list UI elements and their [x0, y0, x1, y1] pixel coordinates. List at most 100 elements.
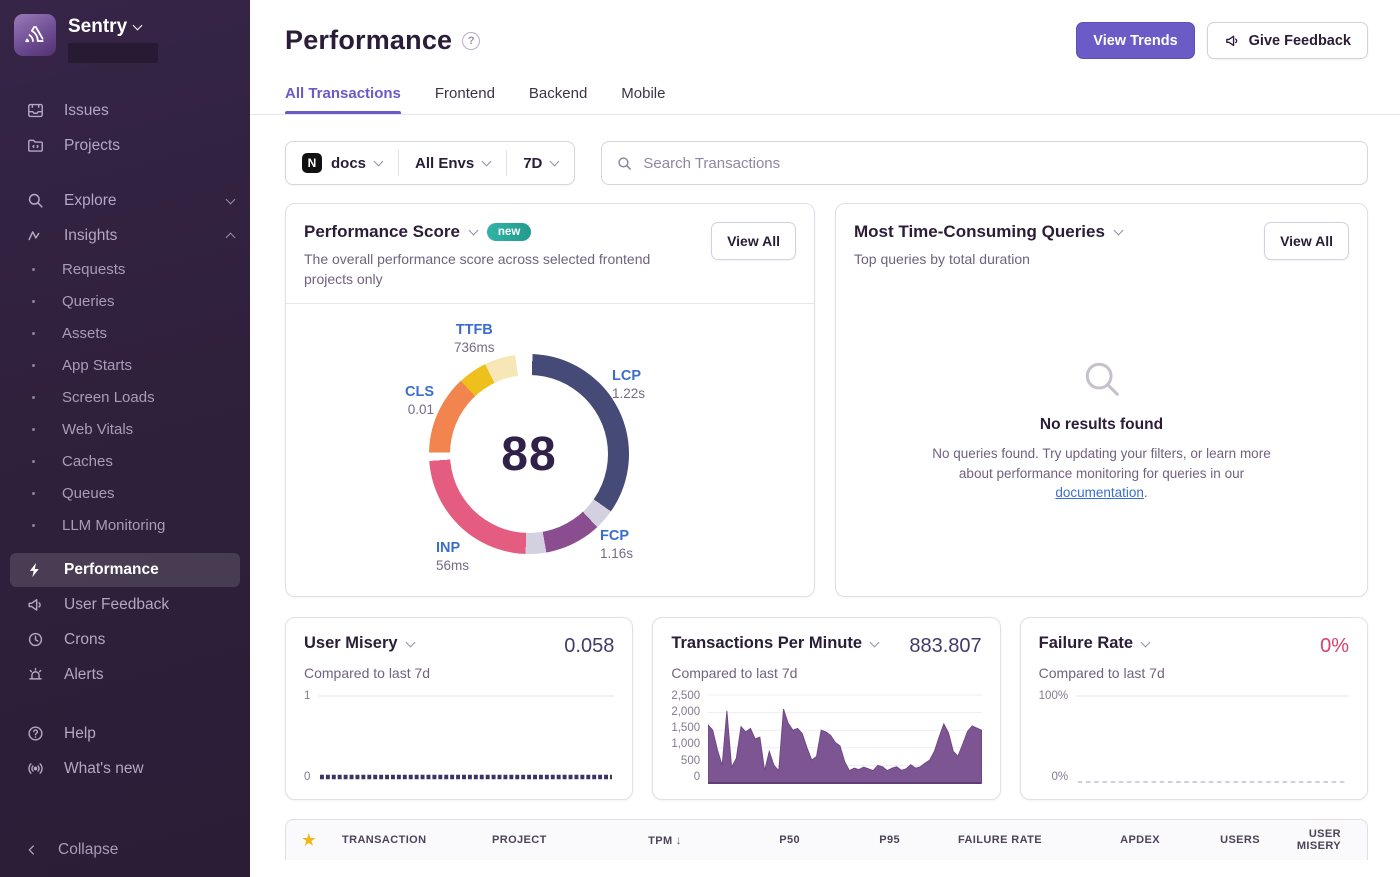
sidebar-item-whats-new[interactable]: What's new: [0, 751, 250, 786]
bullet-icon: [32, 524, 35, 527]
sidebar-item-user-feedback[interactable]: User Feedback: [0, 587, 250, 622]
performance-score-view-all-button[interactable]: View All: [711, 222, 796, 260]
chevron-up-icon: [226, 233, 236, 243]
queries-card: Most Time-Consuming Queries Top queries …: [835, 203, 1368, 597]
queries-card-title: Most Time-Consuming Queries: [854, 222, 1105, 242]
column-transaction[interactable]: TRANSACTION: [332, 834, 482, 846]
page-filter-group: N docs All Envs 7D: [285, 141, 575, 185]
sidebar-item-label: Caches: [62, 453, 113, 470]
bullet-icon: [32, 428, 35, 431]
failure-rate-line-chart[interactable]: [1076, 693, 1349, 785]
sidebar-item-label: Queries: [62, 293, 115, 310]
queries-view-all-button[interactable]: View All: [1264, 222, 1349, 260]
sidebar-item-label: What's new: [64, 760, 234, 778]
bullet-icon: [32, 364, 35, 367]
search-icon: [24, 191, 46, 210]
vital-inp[interactable]: INP 56ms: [436, 540, 469, 573]
chevron-down-icon[interactable]: [1114, 226, 1124, 236]
y-tick: 2,500: [671, 691, 700, 703]
column-p95[interactable]: P95: [810, 834, 910, 846]
sidebar-item-caches[interactable]: Caches: [0, 445, 250, 477]
sidebar-item-queries[interactable]: Queries: [0, 285, 250, 317]
y-tick: 2,000: [671, 707, 700, 719]
sidebar-item-crons[interactable]: Crons: [0, 622, 250, 657]
y-tick: 0: [304, 772, 310, 784]
user-misery-value: 0.058: [564, 634, 614, 658]
vital-ttfb[interactable]: TTFB 736ms: [454, 322, 495, 355]
tab-frontend[interactable]: Frontend: [435, 85, 495, 114]
tpm-chart: 2,500 2,000 1,500 1,000 500 0: [671, 693, 981, 785]
sidebar-item-alerts[interactable]: Alerts: [0, 657, 250, 692]
column-project[interactable]: PROJECT: [482, 834, 600, 846]
lightning-icon: [24, 561, 46, 579]
failure-rate-card: Failure Rate 0% Compared to last 7d 100%…: [1020, 617, 1368, 800]
vital-cls[interactable]: CLS 0.01: [384, 384, 434, 417]
sidebar-item-help[interactable]: Help: [0, 716, 250, 751]
sidebar-item-label: Help: [64, 725, 234, 743]
y-tick: 0: [694, 772, 700, 784]
chevron-down-icon[interactable]: [1141, 637, 1151, 647]
column-users[interactable]: USERS: [1170, 834, 1270, 846]
chevron-down-icon: [133, 21, 143, 31]
column-user-misery[interactable]: USER MISERY: [1270, 828, 1351, 852]
chevron-down-icon[interactable]: [468, 226, 478, 236]
sidebar-item-app-starts[interactable]: App Starts: [0, 349, 250, 381]
tab-mobile[interactable]: Mobile: [621, 85, 665, 114]
give-feedback-button[interactable]: Give Feedback: [1207, 22, 1368, 59]
sidebar-item-queues[interactable]: Queues: [0, 477, 250, 509]
chevron-down-icon[interactable]: [405, 637, 415, 647]
sidebar-item-assets[interactable]: Assets: [0, 317, 250, 349]
search-transactions-input[interactable]: [643, 155, 1353, 172]
sidebar-item-requests[interactable]: Requests: [0, 253, 250, 285]
vital-lcp[interactable]: LCP 1.22s: [612, 368, 645, 401]
failure-rate-value: 0%: [1320, 634, 1349, 658]
page-help-icon[interactable]: ?: [462, 32, 480, 50]
sidebar-item-label: Performance: [64, 561, 224, 579]
clock-icon: [24, 630, 46, 649]
sidebar-item-performance[interactable]: Performance: [10, 553, 240, 587]
chevron-down-icon[interactable]: [870, 637, 880, 647]
project-selector-label: docs: [331, 155, 366, 172]
page-content: N docs All Envs 7D: [250, 115, 1400, 877]
star-icon[interactable]: ★: [286, 831, 332, 849]
failure-rate-chart: 100% 0%: [1039, 693, 1349, 785]
sidebar-item-label: Requests: [62, 261, 125, 278]
column-p50[interactable]: P50: [692, 834, 810, 846]
tab-backend[interactable]: Backend: [529, 85, 587, 114]
bullet-icon: [32, 268, 35, 271]
documentation-link[interactable]: documentation: [1055, 485, 1144, 500]
collapse-label: Collapse: [58, 841, 118, 859]
transactions-table: ★ TRANSACTION PROJECT TPM↓ P50 P95 FAILU…: [285, 819, 1368, 860]
view-trends-button[interactable]: View Trends: [1076, 22, 1194, 59]
sidebar-item-insights[interactable]: Insights: [0, 218, 250, 253]
tpm-area-chart[interactable]: [708, 693, 982, 785]
projects-icon: [24, 136, 46, 155]
empty-state-text: No queries found. Try updating your filt…: [922, 444, 1282, 503]
org-switcher[interactable]: Sentry: [0, 0, 250, 73]
tab-all-transactions[interactable]: All Transactions: [285, 85, 401, 114]
sidebar-item-label: Web Vitals: [62, 421, 133, 438]
environment-selector[interactable]: All Envs: [399, 142, 506, 184]
sidebar-item-llm-monitoring[interactable]: LLM Monitoring: [0, 509, 250, 541]
sidebar-item-projects[interactable]: Projects: [0, 128, 250, 163]
sidebar-nav: Issues Projects Explore: [0, 73, 250, 877]
column-failure-rate[interactable]: FAILURE RATE: [910, 834, 1052, 846]
sidebar-item-explore[interactable]: Explore: [0, 183, 250, 218]
column-apdex[interactable]: APDEX: [1052, 834, 1170, 846]
bullet-icon: [32, 300, 35, 303]
user-misery-line-chart[interactable]: [318, 693, 614, 785]
project-selector[interactable]: N docs: [286, 142, 398, 184]
y-tick: 100%: [1039, 691, 1068, 703]
column-tpm[interactable]: TPM↓: [600, 833, 692, 847]
date-range-selector[interactable]: 7D: [507, 142, 574, 184]
sidebar-item-screen-loads[interactable]: Screen Loads: [0, 381, 250, 413]
failure-rate-title: Failure Rate: [1039, 634, 1133, 653]
sidebar-item-issues[interactable]: Issues: [0, 93, 250, 128]
sidebar-collapse-button[interactable]: Collapse: [0, 827, 250, 877]
pulse-icon: [24, 226, 46, 245]
vital-fcp[interactable]: FCP 1.16s: [600, 528, 633, 561]
sidebar-item-label: Projects: [64, 137, 234, 155]
sidebar-item-web-vitals[interactable]: Web Vitals: [0, 413, 250, 445]
bullet-icon: [32, 460, 35, 463]
tpm-title: Transactions Per Minute: [671, 634, 862, 653]
